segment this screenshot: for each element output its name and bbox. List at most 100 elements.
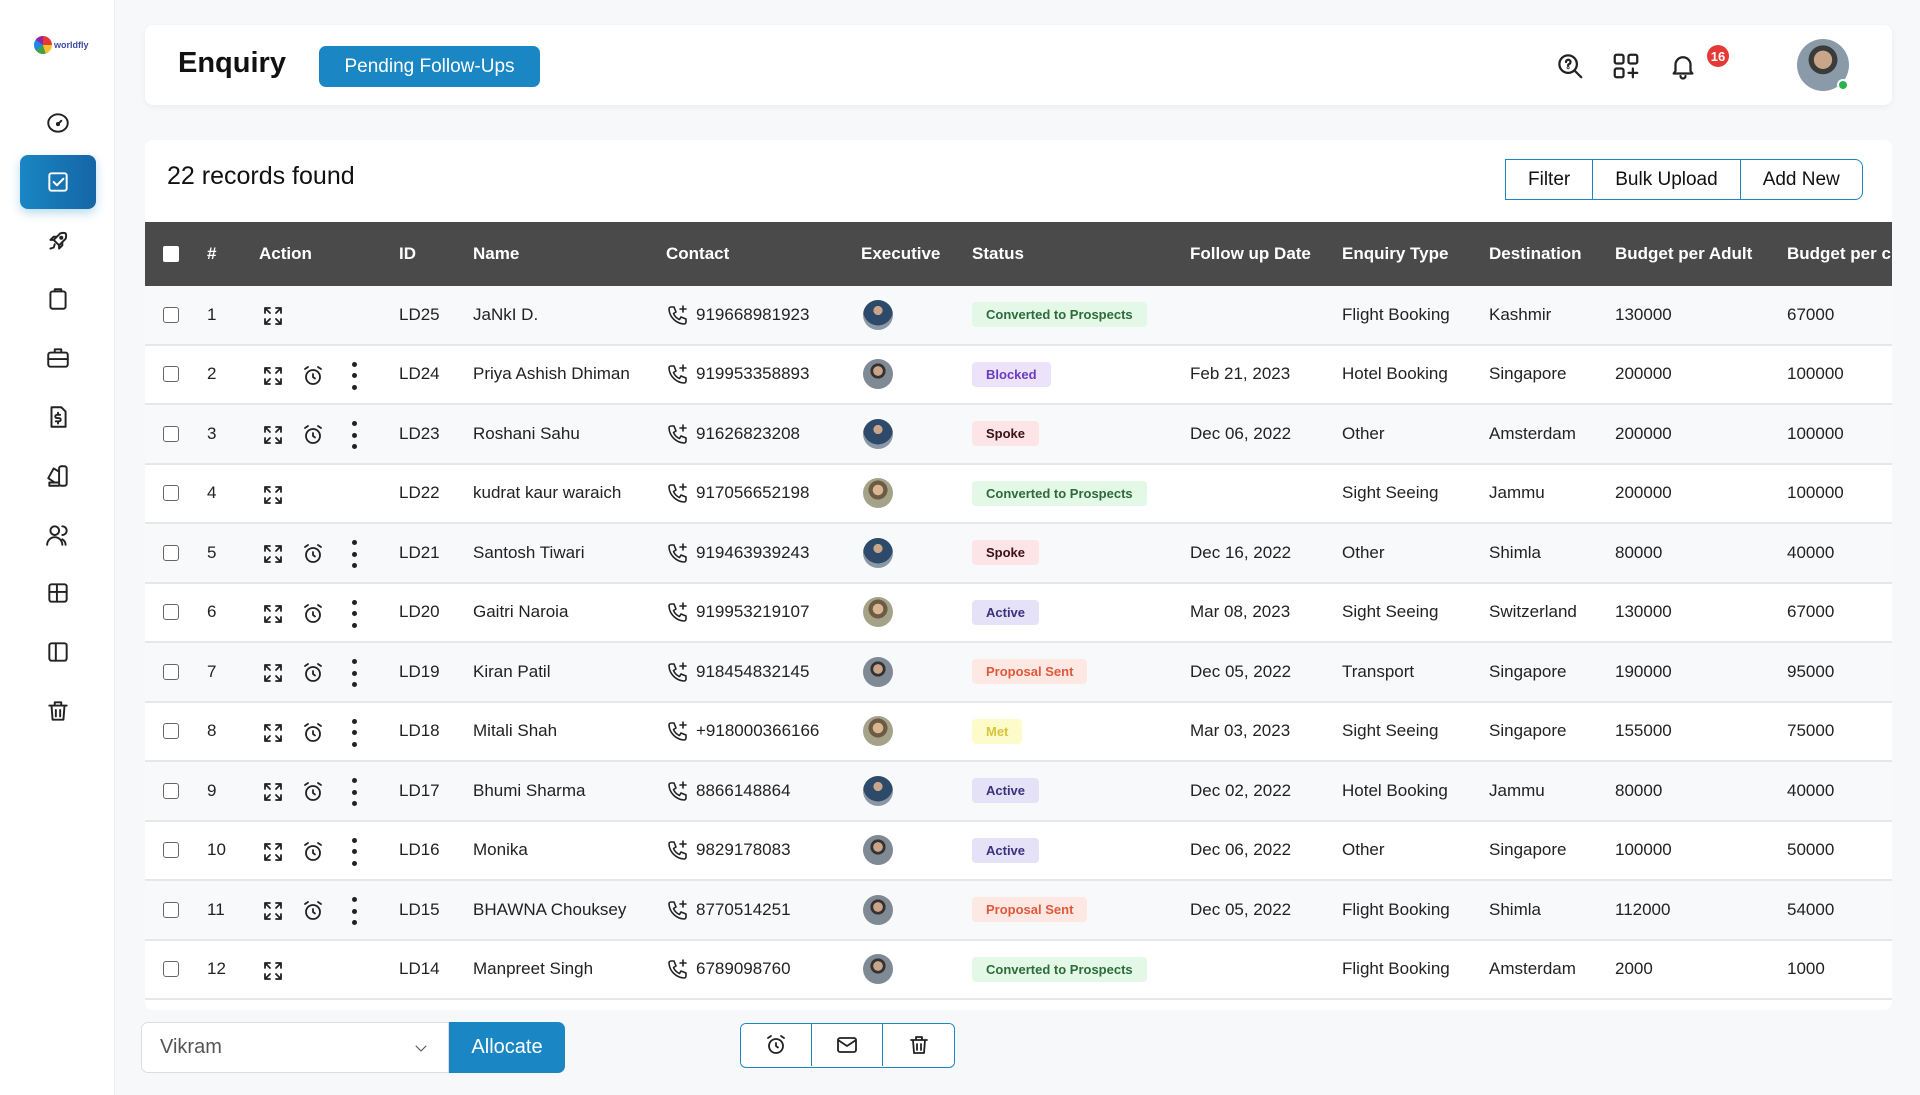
executive-avatar[interactable]	[863, 954, 893, 985]
row-checkbox[interactable]	[163, 901, 179, 918]
row-checkbox[interactable]	[163, 723, 179, 740]
more-options-button[interactable]	[351, 361, 357, 390]
sidebar-item-briefcase[interactable]	[20, 331, 96, 385]
row-checkbox[interactable]	[163, 366, 179, 383]
sidebar-item-dashboard-gauge[interactable]	[20, 96, 96, 150]
table-row[interactable]: 12 LD14 Manpreet Singh 6789098760 Converted …	[145, 940, 1892, 1000]
reminder-button[interactable]	[301, 780, 325, 809]
more-options-button[interactable]	[351, 599, 357, 628]
expand-button[interactable]	[261, 542, 285, 571]
reminder-button[interactable]	[301, 423, 325, 452]
reminder-button[interactable]	[301, 899, 325, 928]
select-all-checkbox[interactable]	[163, 246, 179, 262]
expand-button[interactable]	[261, 602, 285, 631]
expand-button[interactable]	[261, 721, 285, 750]
executive-avatar[interactable]	[863, 597, 893, 628]
contact-call-link[interactable]: 8866148864	[666, 779, 791, 803]
executive-avatar[interactable]	[863, 894, 893, 925]
more-options-button[interactable]	[351, 421, 357, 449]
row-checkbox[interactable]	[163, 842, 179, 859]
reminder-button[interactable]	[301, 840, 325, 869]
contact-call-link[interactable]: 6789098760	[666, 957, 791, 981]
table-row[interactable]: 1 LD25 JaNkI D. 919668981923 Converted to Pr…	[145, 286, 1892, 346]
allocate-button[interactable]: Allocate	[449, 1022, 565, 1073]
column-header-executive[interactable]: Executive	[861, 244, 940, 264]
column-header-destination[interactable]: Destination	[1489, 244, 1582, 264]
table-row[interactable]: 5 LD21 Santosh Tiwari 919463939243 Spoke Dec …	[145, 524, 1892, 584]
sidebar-item-swatches[interactable]	[20, 449, 96, 503]
column-header-budget-child[interactable]: Budget per c	[1787, 244, 1891, 264]
table-row[interactable]: 7 LD19 Kiran Patil 918454832145 Proposal Sen…	[145, 643, 1892, 703]
expand-button[interactable]	[261, 304, 285, 333]
contact-call-link[interactable]: 919463939243	[666, 541, 809, 565]
contact-call-link[interactable]: 919668981923	[666, 303, 809, 327]
executive-avatar[interactable]	[863, 478, 893, 509]
table-row[interactable]: 3 LD23 Roshani Sahu 91626823208 Spoke Dec 06,…	[145, 405, 1892, 465]
expand-button[interactable]	[261, 840, 285, 869]
more-options-button[interactable]	[351, 659, 357, 687]
more-options-button[interactable]	[351, 897, 357, 925]
reminder-button[interactable]	[301, 542, 325, 571]
table-row[interactable]: 6 LD20 Gaitri Naroia 919953219107 Active Mar …	[145, 583, 1892, 643]
expand-button[interactable]	[261, 780, 285, 809]
contact-call-link[interactable]: +918000366166	[666, 719, 819, 743]
more-options-button[interactable]	[351, 778, 357, 806]
filter-button[interactable]: Filter	[1506, 160, 1594, 199]
row-checkbox[interactable]	[163, 663, 179, 680]
executive-avatar[interactable]	[863, 359, 893, 390]
row-checkbox[interactable]	[163, 961, 179, 978]
sidebar-item-clipboard[interactable]	[20, 272, 96, 326]
table-row[interactable]: 10 LD16 Monika 9829178083 Active Dec 06, 2022…	[145, 821, 1892, 881]
contact-call-link[interactable]: 919953358893	[666, 362, 809, 386]
add-widget-button[interactable]	[1609, 49, 1643, 83]
sidebar-item-sidebar-layout[interactable]	[20, 625, 96, 679]
more-options-button[interactable]	[351, 837, 357, 866]
expand-button[interactable]	[261, 899, 285, 928]
executive-avatar[interactable]	[863, 775, 893, 806]
executive-avatar[interactable]	[863, 835, 893, 866]
executive-avatar[interactable]	[863, 299, 893, 330]
pending-follow-ups-button[interactable]: Pending Follow-Ups	[319, 46, 540, 87]
row-checkbox[interactable]	[163, 604, 179, 621]
contact-call-link[interactable]: 9829178083	[666, 838, 791, 862]
reminder-button[interactable]	[301, 721, 325, 750]
table-row[interactable]: 11 LD15 BHAWNA Chouksey 8770514251 Proposal …	[145, 881, 1892, 941]
executive-avatar[interactable]	[863, 418, 893, 449]
sidebar-item-trash[interactable]	[20, 684, 96, 738]
contact-call-link[interactable]: 917056652198	[666, 481, 809, 505]
expand-button[interactable]	[261, 661, 285, 690]
expand-button[interactable]	[261, 364, 285, 393]
more-options-button[interactable]	[351, 540, 357, 568]
table-row[interactable]: 9 LD17 Bhumi Sharma 8866148864 Active Dec 02,…	[145, 762, 1892, 822]
row-checkbox[interactable]	[163, 425, 179, 442]
executive-avatar[interactable]	[863, 537, 893, 568]
column-header-id[interactable]: ID	[399, 244, 416, 264]
bulk-reminder-button[interactable]	[741, 1024, 812, 1066]
row-checkbox[interactable]	[163, 485, 179, 502]
executive-avatar[interactable]	[863, 716, 893, 747]
column-header-follow-up-date[interactable]: Follow up Date	[1190, 244, 1311, 264]
contact-call-link[interactable]: 918454832145	[666, 660, 809, 684]
bulk-email-button[interactable]	[812, 1024, 883, 1066]
more-options-button[interactable]	[351, 718, 357, 747]
sidebar-item-users[interactable]	[20, 508, 96, 562]
reminder-button[interactable]	[301, 602, 325, 631]
column-header-contact[interactable]: Contact	[666, 244, 729, 264]
executive-select[interactable]: Vikram	[141, 1022, 449, 1073]
expand-button[interactable]	[261, 423, 285, 452]
contact-call-link[interactable]: 91626823208	[666, 422, 800, 446]
row-checkbox[interactable]	[163, 306, 179, 323]
sidebar-item-enquiry-checkbox[interactable]	[20, 154, 96, 209]
help-search-button[interactable]	[1553, 49, 1587, 83]
sidebar-item-table-grid[interactable]	[20, 566, 96, 620]
contact-call-link[interactable]: 919953219107	[666, 600, 809, 624]
expand-button[interactable]	[261, 483, 285, 512]
notifications-button[interactable]	[1666, 49, 1700, 83]
table-row[interactable]: 4 LD22 kudrat kaur waraich 917056652198 Conv…	[145, 464, 1892, 524]
reminder-button[interactable]	[301, 661, 325, 690]
expand-button[interactable]	[261, 959, 285, 988]
sidebar-item-invoice-dollar[interactable]	[20, 390, 96, 444]
column-header-name[interactable]: Name	[473, 244, 519, 264]
table-row[interactable]: 2 LD24 Priya Ashish Dhiman 919953358893 Bloc…	[145, 345, 1892, 405]
row-checkbox[interactable]	[163, 544, 179, 561]
